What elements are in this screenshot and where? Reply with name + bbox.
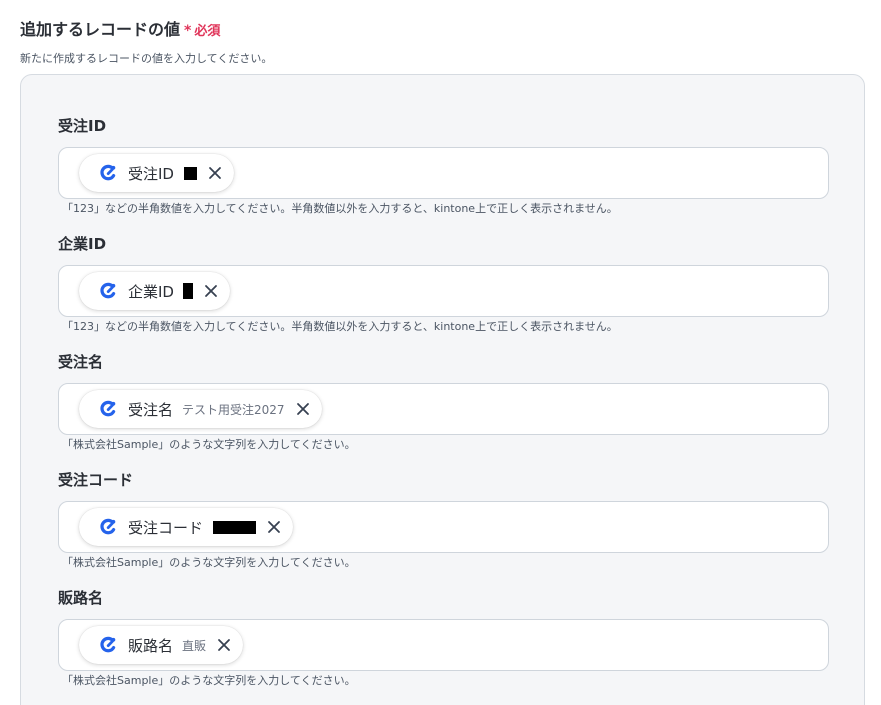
field-label: 企業ID [58, 235, 107, 253]
field-input-order-id[interactable]: 受注ID [58, 147, 829, 199]
field-order-id: 受注ID 受注ID 「123」などの半角数値を入力してください。半角数値以外を入… [58, 116, 829, 216]
close-icon[interactable] [265, 518, 283, 536]
field-sales-channel: 販路名 販路名 直販 「株式会社Sample」のような文字列を入力してください。 [58, 588, 829, 688]
field-input-order-name[interactable]: 受注名 テスト用受注2027 [58, 383, 829, 435]
field-hint: 「123」などの半角数値を入力してください。半角数値以外を入力すると、kinto… [62, 320, 618, 333]
redacted-value [182, 283, 193, 299]
record-values-panel: 受注ID 受注ID 「123」などの半角数値を入力してください。半角数値以外を入… [20, 74, 865, 705]
variable-chip[interactable]: 受注ID [79, 154, 234, 192]
redacted-value [183, 166, 197, 180]
field-label: 受注ID [58, 117, 107, 135]
app-logo-icon [98, 399, 118, 419]
field-order-name: 受注名 受注名 テスト用受注2027 「株式会社Sample」のような文字列を入… [58, 352, 829, 452]
field-hint: 「123」などの半角数値を入力してください。半角数値以外を入力すると、kinto… [62, 202, 618, 215]
field-hint: 「株式会社Sample」のような文字列を入力してください。 [62, 438, 356, 451]
redacted-value [213, 520, 257, 534]
field-label: 受注名 [58, 353, 104, 371]
field-input-sales-channel[interactable]: 販路名 直販 [58, 619, 829, 671]
field-hint: 「株式会社Sample」のような文字列を入力してください。 [62, 556, 356, 569]
app-logo-icon [98, 517, 118, 537]
close-icon[interactable] [202, 282, 220, 300]
app-logo-icon [98, 163, 118, 183]
chip-sample-value: 直販 [182, 638, 207, 653]
field-order-code: 受注コード 受注コード 「株式会社Sample」のような文字列を入力してください… [58, 470, 829, 570]
field-company-id: 企業ID 企業ID 「123」などの半角数値を入力してください。半角数値以外を入… [58, 234, 829, 334]
close-icon[interactable] [215, 636, 233, 654]
field-input-company-id[interactable]: 企業ID [58, 265, 829, 317]
chip-label: 受注ID [128, 164, 174, 183]
field-label: 受注コード [58, 471, 134, 489]
chip-label: 企業ID [128, 282, 174, 301]
variable-chip[interactable]: 企業ID [79, 272, 230, 310]
section-title-text: 追加するレコードの値 [20, 20, 181, 39]
variable-chip[interactable]: 受注コード [79, 508, 294, 546]
chip-label: 販路名 [128, 636, 174, 655]
section-description: 新たに作成するレコードの値を入力してください。 [20, 52, 273, 65]
required-mark: * [184, 23, 192, 39]
section-title: 追加するレコードの値 * 必須 [20, 16, 220, 40]
app-logo-icon [98, 281, 118, 301]
close-icon[interactable] [294, 400, 312, 418]
chip-label: 受注名 [128, 400, 174, 419]
app-logo-icon [98, 635, 118, 655]
field-hint: 「株式会社Sample」のような文字列を入力してください。 [62, 674, 356, 687]
required-label: 必須 [194, 24, 221, 39]
variable-chip[interactable]: 受注名 テスト用受注2027 [79, 390, 322, 428]
close-icon[interactable] [206, 164, 224, 182]
field-input-order-code[interactable]: 受注コード [58, 501, 829, 553]
variable-chip[interactable]: 販路名 直販 [79, 626, 244, 664]
chip-label: 受注コード [128, 518, 204, 537]
chip-sample-value: テスト用受注2027 [182, 402, 285, 417]
field-label: 販路名 [58, 589, 104, 607]
